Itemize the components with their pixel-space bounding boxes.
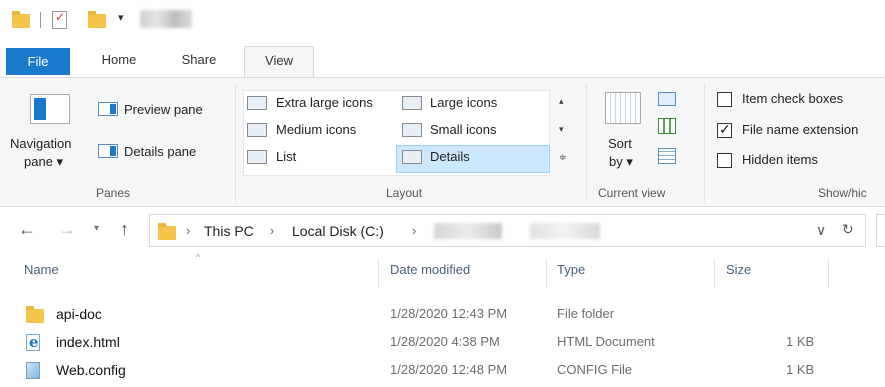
breadcrumb-chevron-icon[interactable]: › xyxy=(412,223,416,238)
navigation-bar: ← → ▾ ↑ › This PC › Local Disk (C:) › ∨ … xyxy=(0,207,885,253)
search-box[interactable] xyxy=(876,214,885,247)
layout-medium-icons[interactable]: Medium icons xyxy=(276,122,356,137)
layout-gallery-scroll[interactable]: ▴ ▾ ≑ xyxy=(553,90,575,176)
item-check-boxes-label[interactable]: Item check boxes xyxy=(742,91,843,106)
column-divider[interactable] xyxy=(378,258,379,288)
refresh-icon[interactable]: ↻ xyxy=(842,221,854,238)
sort-by-dropdown[interactable]: by ▾ xyxy=(609,154,633,170)
address-history-dropdown-icon[interactable]: ∨ xyxy=(816,222,826,239)
breadcrumb-chevron-icon[interactable]: › xyxy=(186,223,190,238)
hidden-items-label[interactable]: Hidden items xyxy=(742,152,818,167)
tab-home[interactable]: Home xyxy=(90,46,148,77)
breadcrumb-chevron-icon[interactable]: › xyxy=(270,223,274,238)
file-name-extensions-checkbox[interactable] xyxy=(717,121,732,138)
navigation-pane-label[interactable]: Navigation xyxy=(10,136,71,151)
back-arrow-icon[interactable]: ← xyxy=(18,219,36,240)
checkmark-icon: ✓ xyxy=(55,10,66,24)
file-date: 1/28/2020 12:48 PM xyxy=(390,362,508,377)
small-icons-icon xyxy=(402,123,422,137)
file-date: 1/28/2020 4:38 PM xyxy=(390,334,500,349)
layout-group-label: Layout xyxy=(386,186,423,200)
preview-pane-icon xyxy=(98,102,118,116)
scroll-down-icon[interactable]: ▾ xyxy=(559,124,564,135)
layout-list[interactable]: List xyxy=(276,149,296,164)
scroll-up-icon[interactable]: ▴ xyxy=(559,96,564,107)
folder-icon xyxy=(26,306,44,323)
new-folder-icon[interactable] xyxy=(88,11,106,28)
forward-arrow-icon[interactable]: → xyxy=(58,219,76,240)
tab-file[interactable]: File xyxy=(6,48,70,75)
tab-view[interactable]: View xyxy=(244,46,314,77)
size-columns-icon[interactable] xyxy=(658,148,676,164)
customize-toolbar-icon[interactable]: ▾ xyxy=(118,11,124,24)
column-header-name[interactable]: Name xyxy=(24,262,59,277)
expand-gallery-icon[interactable]: ≑ xyxy=(559,152,567,163)
ribbon: Navigation pane ▾ Preview pane Details p… xyxy=(0,77,885,207)
layout-extra-large-icons[interactable]: Extra large icons xyxy=(276,95,373,110)
breadcrumb-redacted xyxy=(434,223,502,239)
column-divider[interactable] xyxy=(714,258,715,288)
folder-icon xyxy=(158,223,176,240)
extra-large-icons-icon xyxy=(247,96,267,110)
toolbar-separator xyxy=(40,12,41,28)
file-name[interactable]: index.html xyxy=(56,334,120,350)
address-bar[interactable]: › This PC › Local Disk (C:) › ∨ ↻ xyxy=(149,214,866,247)
breadcrumb-redacted xyxy=(530,223,600,239)
group-divider xyxy=(586,84,587,202)
file-type: CONFIG File xyxy=(557,362,633,377)
current-view-group-label: Current view xyxy=(598,186,666,200)
config-file-icon xyxy=(26,362,40,379)
navigation-pane-dropdown[interactable]: pane ▾ xyxy=(24,154,63,170)
column-header-type[interactable]: Type xyxy=(557,262,585,277)
file-size: 1 KB xyxy=(786,362,815,377)
file-name-extensions-label[interactable]: File name extension xyxy=(742,122,858,137)
html-file-icon xyxy=(26,333,40,351)
sort-by-label[interactable]: Sort xyxy=(608,136,632,151)
up-arrow-icon[interactable]: ↑ xyxy=(120,219,129,240)
medium-icons-icon xyxy=(247,123,267,137)
window-title-redacted xyxy=(140,10,192,28)
file-type: HTML Document xyxy=(557,334,655,349)
navigation-pane-icon[interactable] xyxy=(30,94,70,124)
file-row[interactable]: Web.config 1/28/2020 12:48 PM CONFIG Fil… xyxy=(0,356,885,386)
column-header-size[interactable]: Size xyxy=(726,262,751,277)
file-row[interactable]: index.html 1/28/2020 4:38 PM HTML Docume… xyxy=(0,328,885,358)
breadcrumb-local-disk[interactable]: Local Disk (C:) xyxy=(292,223,384,239)
file-row[interactable]: api-doc 1/28/2020 12:43 PM File folder xyxy=(0,300,885,330)
file-name[interactable]: api-doc xyxy=(56,306,102,322)
show-hide-group-label: Show/hic xyxy=(818,186,867,200)
details-pane-icon xyxy=(98,144,118,158)
sort-by-icon[interactable] xyxy=(605,92,641,124)
tab-share[interactable]: Share xyxy=(170,46,228,77)
ribbon-tabs: File Home Share View xyxy=(0,40,885,77)
layout-large-icons[interactable]: Large icons xyxy=(430,95,497,110)
large-icons-icon xyxy=(402,96,422,110)
hidden-items-checkbox[interactable] xyxy=(717,153,732,168)
sort-indicator-icon: ^ xyxy=(196,252,201,262)
details-icon xyxy=(402,150,422,164)
column-divider[interactable] xyxy=(546,258,547,288)
group-by-icon[interactable] xyxy=(658,92,676,106)
file-name[interactable]: Web.config xyxy=(56,362,126,378)
add-columns-icon[interactable] xyxy=(658,118,676,134)
file-size: 1 KB xyxy=(786,334,815,349)
recent-locations-icon[interactable]: ▾ xyxy=(94,223,99,234)
file-date: 1/28/2020 12:43 PM xyxy=(390,306,508,321)
group-divider xyxy=(704,84,705,202)
file-type: File folder xyxy=(557,306,615,321)
folder-icon xyxy=(12,11,30,28)
item-check-boxes-checkbox[interactable] xyxy=(717,92,732,107)
preview-pane-button[interactable]: Preview pane xyxy=(124,102,203,117)
details-pane-button[interactable]: Details pane xyxy=(124,144,196,159)
group-divider xyxy=(235,84,236,202)
column-divider[interactable] xyxy=(828,258,829,288)
list-icon xyxy=(247,150,267,164)
layout-small-icons[interactable]: Small icons xyxy=(430,122,496,137)
column-header-date-modified[interactable]: Date modified xyxy=(390,262,470,277)
layout-details[interactable]: Details xyxy=(430,149,470,164)
panes-group-label: Panes xyxy=(96,186,131,200)
breadcrumb-this-pc[interactable]: This PC xyxy=(204,223,254,239)
quick-access-toolbar: ✓ ▾ xyxy=(0,0,885,40)
